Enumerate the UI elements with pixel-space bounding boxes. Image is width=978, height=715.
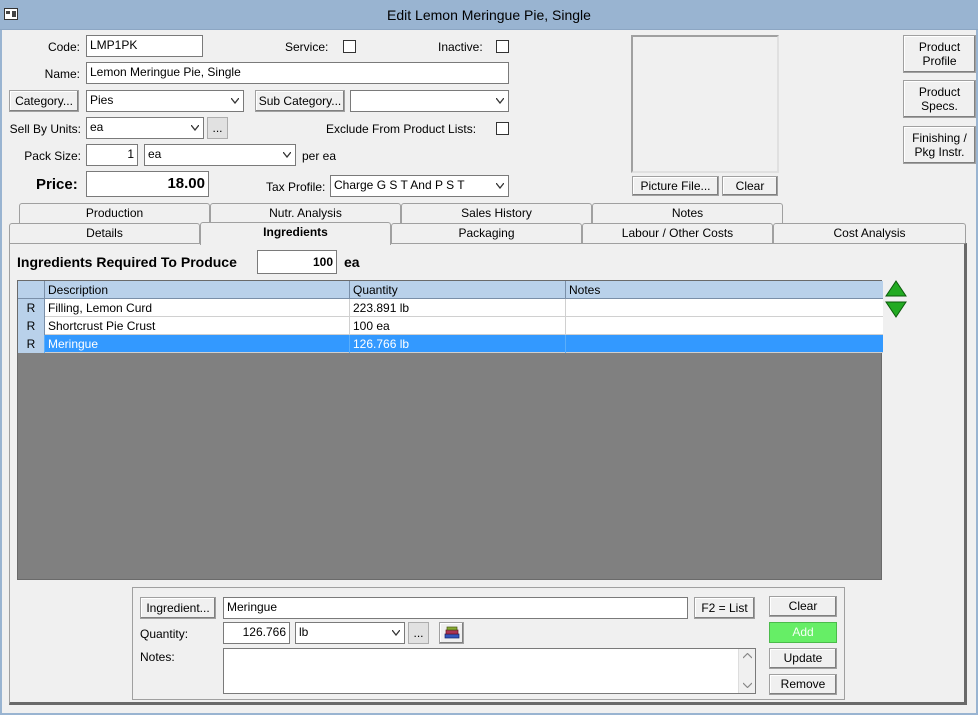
inactive-label: Inactive: [438,40,483,54]
calculator-button[interactable] [439,622,464,644]
packsize-field[interactable]: 1 [86,144,138,166]
subcategory-button[interactable]: Sub Category... [255,90,345,112]
tab-details[interactable]: Details [9,223,200,244]
sellby-select[interactable]: ea [86,117,204,139]
clear-button[interactable]: Clear [769,596,837,617]
quantity-unit-value: lb [299,625,309,639]
picture-file-button[interactable]: Picture File... [632,176,719,196]
ingredients-grid[interactable]: Description Quantity Notes R Filling, Le… [17,280,883,580]
chevron-down-icon [231,98,239,104]
cell-description: Meringue [45,335,350,353]
product-picture [631,35,779,173]
exclude-checkbox[interactable] [496,122,509,135]
produce-unit-label: ea [344,254,360,270]
quantity-label: Quantity: [140,627,189,641]
tab-cost-analysis[interactable]: Cost Analysis [773,223,966,244]
category-value: Pies [90,93,114,107]
picture-clear-button[interactable]: Clear [722,176,778,196]
grid-header-corner [18,281,45,299]
finishing-pkg-button[interactable]: Finishing / Pkg Instr. [903,126,976,164]
inactive-checkbox[interactable] [496,40,509,53]
service-label: Service: [285,40,329,54]
name-label: Name: [44,67,80,81]
cell-quantity: 100 ea [350,317,566,335]
chevron-down-icon [283,152,291,158]
window-title: Edit Lemon Meringue Pie, Single [387,7,591,23]
cell-notes [566,335,883,353]
tab-production[interactable]: Production [19,203,210,224]
chevron-down-icon [496,183,504,189]
quantity-unit-select[interactable]: lb [295,622,405,644]
scroll-up-icon[interactable] [743,653,752,659]
grid-header: Description Quantity Notes [18,281,883,299]
cell-quantity: 126.766 lb [350,335,566,353]
cell-quantity: 223.891 lb [350,299,566,317]
packsize-unit-select[interactable]: ea [144,144,296,166]
packsize-label: Pack Size: [24,149,81,163]
exclude-label: Exclude From Product Lists: [326,122,477,136]
notes-textarea[interactable] [223,648,756,694]
remove-button[interactable]: Remove [769,674,837,695]
tab-notes[interactable]: Notes [592,203,783,224]
produce-label: Ingredients Required To Produce [17,254,237,270]
title-bar: Edit Lemon Meringue Pie, Single [0,0,978,30]
cell-notes [566,317,883,335]
column-notes[interactable]: Notes [566,281,883,299]
move-down-icon[interactable] [885,300,907,318]
quantity-field[interactable]: 126.766 [223,622,290,644]
add-button[interactable]: Add [769,622,837,643]
category-select[interactable]: Pies [86,90,244,112]
row-marker: R [18,335,45,353]
product-profile-button[interactable]: Product Profile [903,35,976,73]
f2-list-button[interactable]: F2 = List [694,597,755,619]
notes-label: Notes: [140,650,175,664]
produce-qty-field[interactable]: 100 [257,250,337,274]
price-label: Price: [36,176,78,193]
notes-scrollbar[interactable] [738,649,755,693]
cell-description: Filling, Lemon Curd [45,299,350,317]
subcategory-select[interactable] [350,90,509,112]
scroll-down-icon[interactable] [743,682,752,688]
tax-select[interactable]: Charge G S T And P S T [330,175,509,197]
product-specs-button[interactable]: Product Specs. [903,80,976,118]
table-row[interactable]: R Filling, Lemon Curd 223.891 lb [18,299,883,317]
ingredient-field[interactable]: Meringue [223,597,688,619]
quantity-more-button[interactable]: ... [408,622,429,644]
tab-labour-other-costs[interactable]: Labour / Other Costs [582,223,773,244]
tax-value: Charge G S T And P S T [334,178,465,192]
packsize-unit-value: ea [148,147,162,161]
chevron-down-icon [496,98,504,104]
cell-description: Shortcrust Pie Crust [45,317,350,335]
update-button[interactable]: Update [769,648,837,669]
sellby-more-button[interactable]: ... [207,117,228,139]
tab-nutr-analysis[interactable]: Nutr. Analysis [210,203,401,224]
chevron-down-icon [191,125,199,131]
chevron-down-icon [392,630,400,636]
row-marker: R [18,299,45,317]
code-label: Code: [47,40,80,54]
column-quantity[interactable]: Quantity [350,281,566,299]
row-marker: R [18,317,45,335]
move-up-icon[interactable] [885,280,907,298]
sellby-label: Sell By Units: [9,122,81,136]
code-field[interactable]: LMP1PK [86,35,203,57]
stack-books-icon [444,626,459,639]
category-button[interactable]: Category... [9,90,79,112]
ingredient-button[interactable]: Ingredient... [140,597,216,619]
column-description[interactable]: Description [45,281,350,299]
sellby-value: ea [90,120,104,134]
tab-packaging[interactable]: Packaging [391,223,582,244]
table-row[interactable]: R Shortcrust Pie Crust 100 ea [18,317,883,335]
service-checkbox[interactable] [343,40,356,53]
cell-notes [566,299,883,317]
tab-sales-history[interactable]: Sales History [401,203,592,224]
packsize-per-label: per ea [302,149,337,163]
tab-ingredients[interactable]: Ingredients [200,222,391,245]
name-field[interactable]: Lemon Meringue Pie, Single [86,62,509,84]
price-field[interactable]: 18.00 [86,171,209,197]
tax-label: Tax Profile: [266,180,326,194]
table-row-selected[interactable]: R Meringue 126.766 lb [18,335,883,353]
